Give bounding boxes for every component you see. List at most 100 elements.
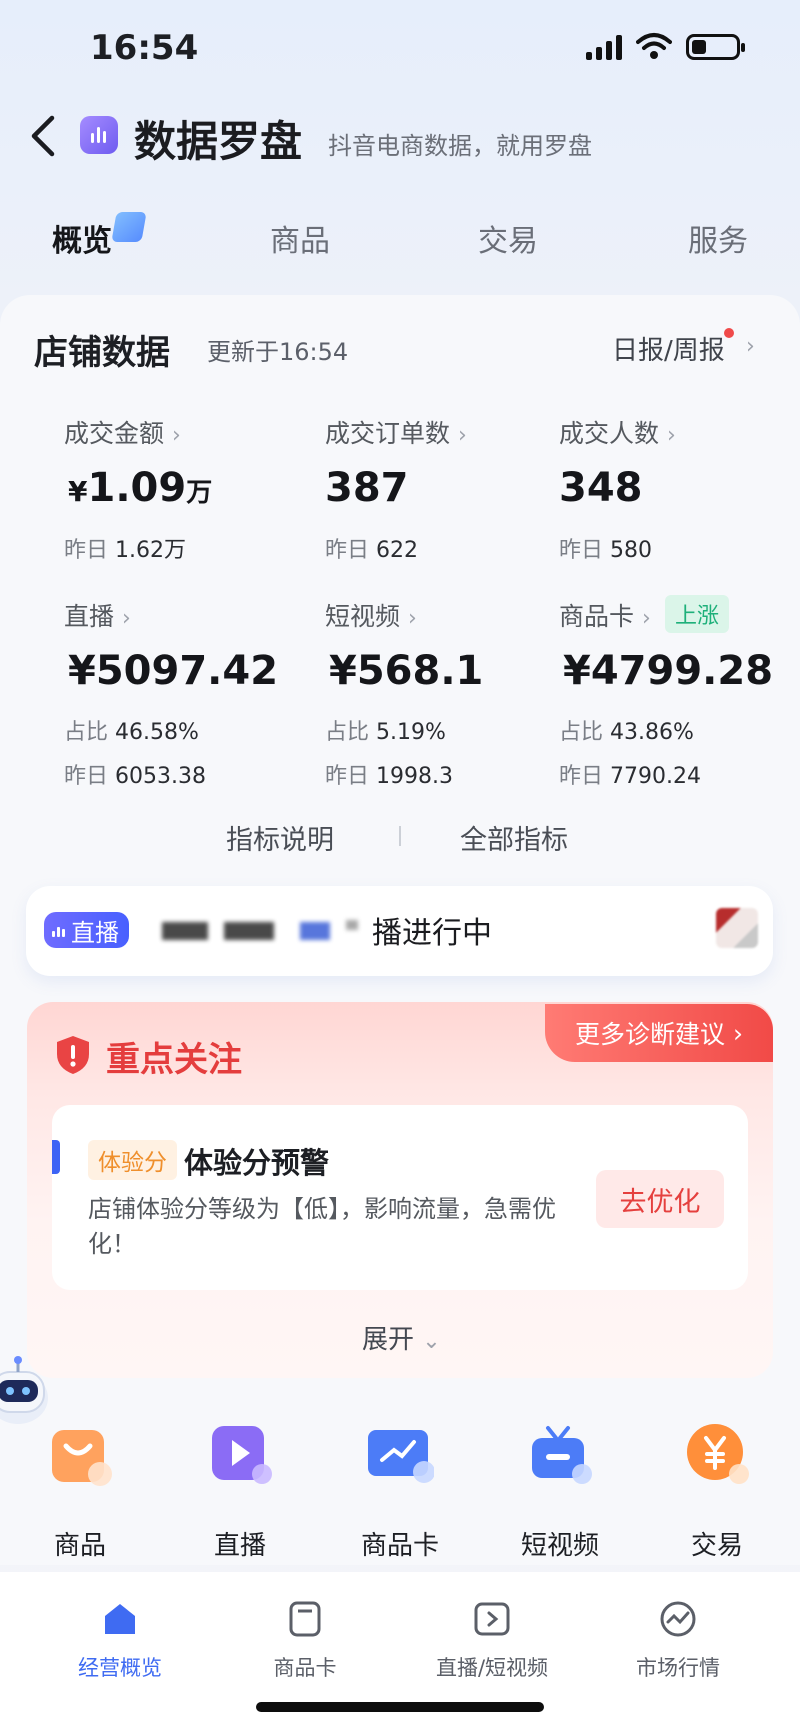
shortcut-short-video[interactable]: 短视频 (500, 1420, 620, 1570)
metric-buyers-yesterday: 昨日 580 (559, 538, 653, 563)
battery-icon (686, 34, 745, 60)
cellular-signal-icon (586, 34, 622, 60)
metric-orders-yesterday: 昨日 622 (325, 538, 419, 563)
tab-products[interactable]: 商品 (270, 216, 330, 260)
channel-card-value: ¥4799.28 (563, 648, 774, 694)
shortcut-product-card[interactable]: 商品卡 (340, 1420, 460, 1570)
alert-title: 体验分预警 (184, 1146, 330, 1180)
market-trend-icon (660, 1601, 696, 1637)
shortcut-label: 短视频 (520, 1531, 599, 1561)
bottom-nav-overview[interactable]: 经营概览 (35, 1590, 205, 1690)
channel-card-share: 占比 43.86% (559, 720, 694, 745)
expand-button[interactable]: 展开 ⌄ (362, 1319, 441, 1356)
home-indicator (256, 1702, 544, 1712)
chevron-right-icon: › (666, 423, 676, 448)
robot-assistant-icon[interactable] (0, 1340, 60, 1430)
all-indicators-link[interactable]: 全部指标 (460, 818, 568, 857)
chevron-right-icon: › (171, 423, 181, 448)
status-bar: 16:54 (0, 0, 800, 100)
live-tag: 直播 (44, 912, 129, 948)
chevron-right-icon: › (641, 606, 651, 631)
metric-buyers-label[interactable]: 成交人数 › (559, 414, 676, 450)
shield-alert-icon (57, 1036, 89, 1074)
chevron-right-icon: › (457, 423, 467, 448)
shopping-bag-icon (52, 1430, 112, 1486)
chevron-right-icon: › (732, 1018, 743, 1048)
channel-live-yesterday: 昨日 6053.38 (64, 764, 206, 789)
metric-orders-value: 387 (325, 465, 409, 511)
redacted-text (346, 920, 358, 930)
live-bars-icon (52, 923, 65, 937)
channel-video-label[interactable]: 短视频 › (325, 597, 417, 633)
yen-icon (687, 1424, 749, 1484)
shortcut-transactions[interactable]: 交易 (657, 1420, 777, 1570)
status-time: 16:54 (90, 28, 199, 68)
bottom-nav-label: 直播/短视频 (435, 1656, 549, 1680)
shortcut-products[interactable]: 商品 (20, 1420, 140, 1570)
live-status-bar[interactable]: 直播 播进行中 (26, 886, 773, 976)
shortcut-label: 商品 (53, 1531, 106, 1561)
play-square-icon (474, 1602, 510, 1636)
metric-orders-label[interactable]: 成交订单数 › (325, 414, 467, 450)
metric-buyers-value: 348 (559, 465, 643, 511)
focus-title: 重点关注 (106, 1040, 242, 1080)
bottom-nav-label: 商品卡 (273, 1656, 337, 1680)
bottom-nav-label: 市场行情 (636, 1656, 720, 1680)
channel-live-label[interactable]: 直播 › (64, 597, 131, 633)
chevron-right-icon: › (121, 606, 131, 631)
page-subtitle: 抖音电商数据，就用罗盘 (328, 132, 592, 160)
back-arrow-icon[interactable] (24, 112, 64, 160)
alert-description: 店铺体验分等级为【低】，影响流量，急需优化！ (88, 1195, 556, 1258)
channel-card-yesterday: 昨日 7790.24 (559, 764, 701, 789)
bottom-nav-label: 经营概览 (78, 1656, 162, 1680)
chevron-right-icon: › (746, 334, 755, 359)
tab-transactions[interactable]: 交易 (478, 216, 538, 260)
tab-bar: 概览 商品 交易 服务 (0, 200, 800, 270)
shortcut-label: 直播 (213, 1531, 266, 1561)
optimize-button[interactable]: 去优化 (596, 1170, 724, 1228)
alert-marker (52, 1140, 60, 1174)
report-link[interactable]: 日报/周报 (612, 330, 725, 367)
alert-tag: 体验分 (88, 1140, 177, 1180)
shortcut-label: 交易 (690, 1531, 743, 1561)
indicator-links: 指标说明 全部指标 (0, 818, 800, 858)
shortcut-live[interactable]: 直播 (180, 1420, 300, 1570)
channel-video-share: 占比 5.19% (325, 720, 446, 745)
bottom-nav-product-card[interactable]: 商品卡 (220, 1590, 390, 1690)
redacted-text (300, 922, 330, 940)
tab-overview[interactable]: 概览 (52, 216, 112, 260)
chevron-down-icon: ⌄ (422, 1329, 441, 1354)
metric-gmv-value: ¥1.09万 (68, 465, 213, 511)
store-data-title: 店铺数据 (34, 333, 170, 373)
play-icon (212, 1426, 272, 1484)
bottom-nav-market[interactable]: 市场行情 (593, 1590, 763, 1690)
tab-service[interactable]: 服务 (688, 216, 748, 260)
channel-video-yesterday: 昨日 1998.3 (325, 764, 453, 789)
more-diagnosis-button[interactable]: 更多诊断建议 › (545, 1004, 773, 1062)
redacted-text (224, 922, 274, 940)
notification-dot (724, 328, 734, 338)
shortcut-label: 商品卡 (360, 1531, 439, 1561)
page-title: 数据罗盘 (134, 117, 303, 166)
trend-card-icon (368, 1430, 434, 1483)
chevron-right-icon: › (407, 606, 417, 631)
channel-video-value: ¥568.1 (329, 648, 484, 694)
wifi-icon (636, 33, 672, 59)
rise-badge: 上涨 (665, 595, 730, 633)
bottom-nav-live-video[interactable]: 直播/短视频 (407, 1590, 577, 1690)
live-thumbnail (716, 908, 758, 948)
card-icon (289, 1601, 321, 1637)
tv-icon (532, 1426, 592, 1484)
redacted-text (162, 922, 208, 940)
indicator-explain-link[interactable]: 指标说明 (226, 818, 334, 857)
channel-live-share: 占比 46.58% (64, 720, 199, 745)
tab-active-marker (111, 212, 147, 242)
status-icons (586, 32, 745, 60)
channel-card-label[interactable]: 商品卡 › (559, 597, 651, 633)
nav-header: 数据罗盘 抖音电商数据，就用罗盘 (0, 100, 800, 180)
store-updated-time: 更新于16:54 (207, 338, 349, 366)
metric-gmv-label[interactable]: 成交金额 › (64, 414, 181, 450)
home-icon (105, 1604, 135, 1634)
app-logo-icon (80, 116, 118, 154)
channel-live-value: ¥5097.42 (68, 648, 279, 694)
